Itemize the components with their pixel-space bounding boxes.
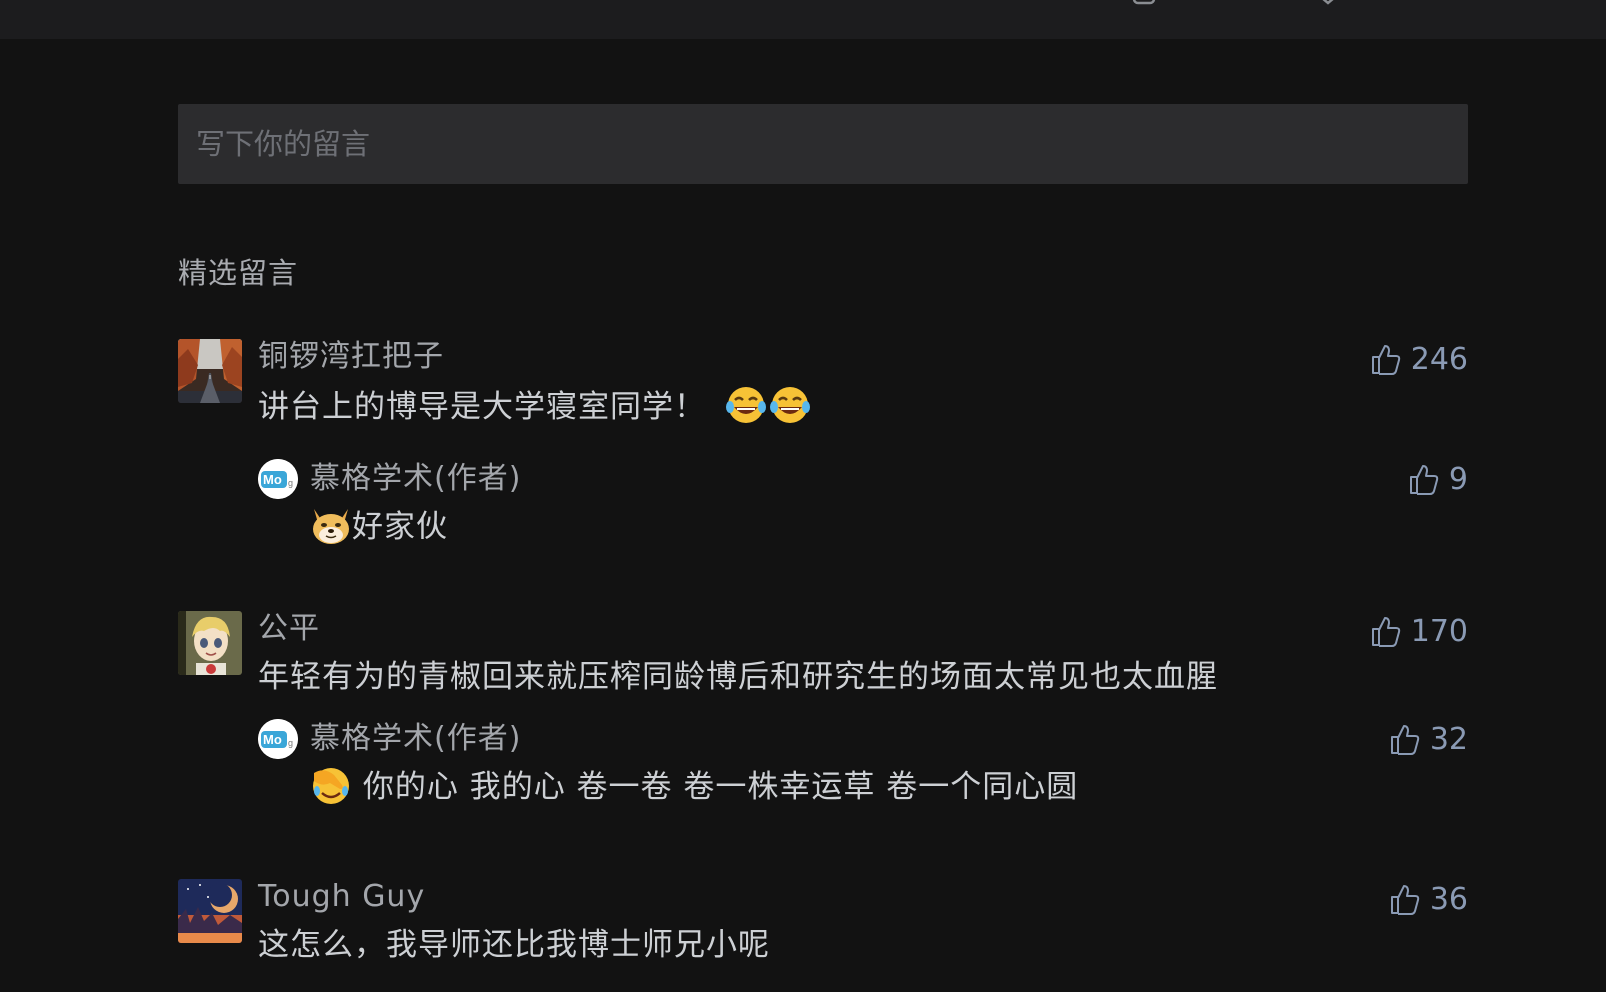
reply-text: 好家伙 (310, 505, 1468, 555)
like-count: 36 (1429, 881, 1468, 917)
top-action-bar (0, 0, 1606, 39)
svg-text:g: g (288, 738, 293, 748)
svg-text:Mo: Mo (263, 472, 282, 487)
comment-text: 年轻有为的青椒回来就压榨同龄博后和研究生的场面太常见也太血腥 (258, 659, 1218, 695)
comment-item: 铜锣湾扛把子 讲台上的博导是大学寝室同学！ Mog 慕格学术(作者) 好家伙 (178, 339, 1468, 555)
comment-text: 这怎么，我导师还比我博士师兄小呢 (258, 927, 770, 963)
username[interactable]: Tough Guy (258, 879, 1468, 915)
laughing-tears-emoji-icon (724, 385, 768, 435)
reply-item: Mo g 慕格学术(作者) 好家伙 9 (258, 459, 1468, 555)
like-count: 32 (1429, 721, 1468, 757)
author-avatar[interactable]: Mo g (258, 459, 298, 499)
comment-input[interactable] (178, 104, 1468, 184)
comments-section: 精选留言 铜锣湾扛把子 讲台上的博导是大学寝室同学！ (178, 104, 1468, 965)
comment-text-content: 讲台上的博导是大学寝室同学！ (258, 389, 706, 425)
thumbs-up-icon (1371, 617, 1400, 647)
avatar[interactable] (178, 879, 242, 943)
avatar[interactable] (178, 611, 242, 675)
like-count: 170 (1410, 613, 1468, 649)
section-title: 精选留言 (178, 256, 299, 290)
reply-item: Mo g 慕格学术(作者) 你的心 我的心 卷一卷 卷一株幸运草 卷一个同心圆 3… (258, 719, 1468, 815)
username[interactable]: 公平 (258, 611, 1468, 647)
like-button[interactable]: 32 (1390, 719, 1468, 759)
thumbs-up-icon (1409, 465, 1439, 495)
doge-emoji-icon (310, 505, 352, 555)
thumbs-up-icon (1390, 885, 1419, 915)
like-count: 246 (1410, 341, 1468, 377)
username[interactable]: 慕格学术(作者) (310, 459, 1468, 499)
thumbs-up-icon (1390, 725, 1419, 755)
reply-text-content: 你的心 我的心 卷一卷 卷一株幸运草 卷一个同心圆 (352, 769, 1079, 805)
comment-item: Tough Guy 这怎么，我导师还比我博士师兄小呢 36 (178, 879, 1468, 965)
like-count: 9 (1448, 461, 1468, 497)
comment-icon[interactable] (1130, 0, 1170, 11)
svg-text:Mo: Mo (263, 732, 282, 747)
laughing-tears-emoji-icon (768, 385, 812, 435)
reply-text: 你的心 我的心 卷一卷 卷一株幸运草 卷一个同心圆 (310, 765, 1468, 815)
like-button[interactable]: 9 (1409, 459, 1468, 499)
like-button[interactable]: 36 (1390, 879, 1468, 919)
username[interactable]: 慕格学术(作者) (310, 719, 1468, 759)
svg-text:g: g (288, 478, 293, 488)
like-button[interactable]: 246 (1371, 339, 1468, 379)
username[interactable]: 铜锣湾扛把子 (258, 339, 1468, 375)
like-button[interactable]: 170 (1371, 611, 1468, 651)
author-avatar[interactable]: Mo g (258, 719, 298, 759)
thumbs-up-icon (1371, 345, 1400, 375)
reply-text-content: 好家伙 (352, 509, 448, 545)
like-icon[interactable] (1312, 0, 1422, 11)
avatar[interactable] (178, 339, 242, 403)
comment-text: 讲台上的博导是大学寝室同学！ (258, 385, 1468, 435)
facepalm-emoji-icon (310, 765, 352, 815)
comment-item: 公平 年轻有为的青椒回来就压榨同龄博后和研究生的场面太常见也太血腥 Mo g 慕格… (178, 611, 1468, 815)
